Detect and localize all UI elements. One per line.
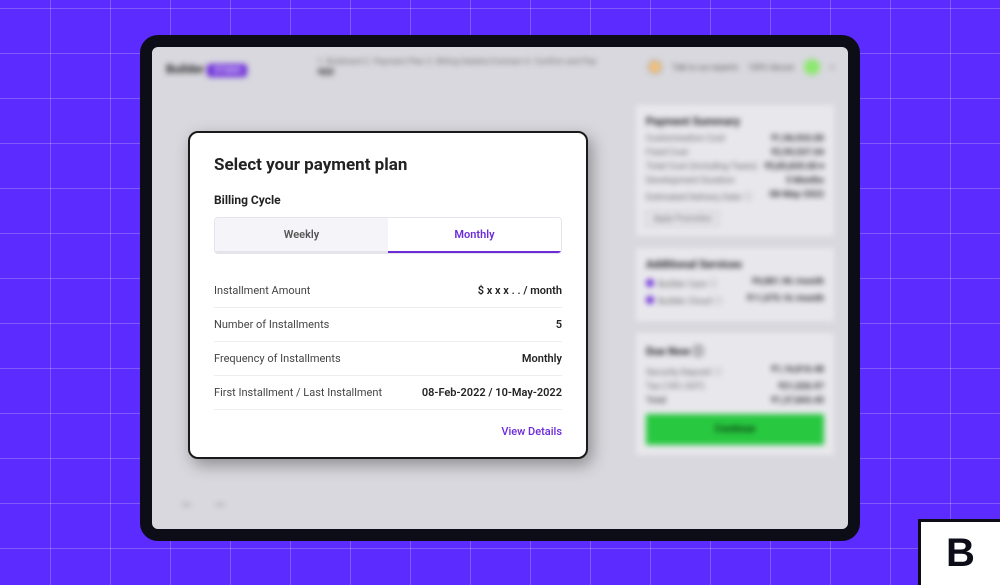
installment-amount-label: Installment Amount [214, 284, 310, 297]
talk-to-experts-link[interactable]: Talk to our experts [672, 63, 738, 72]
corner-logo-letter: B [946, 531, 975, 576]
num-installments-label: Number of Installments [214, 318, 329, 331]
summary-card: Payment Summary Customisation Cost ₹1,96,… [636, 105, 834, 236]
care-value: ₹4,881.96 /month [752, 277, 824, 290]
duration-label: Development Duration [646, 176, 735, 186]
breadcrumb-steps: 1. Buildcard 2. Payment Plan 3. Billing … [317, 57, 596, 66]
frequency-value: Monthly [522, 352, 562, 365]
totalcost-label: Total Cost (Including Taxes) [646, 162, 758, 172]
installment-amount-value: $ x x x . . / month [478, 284, 562, 297]
view-details-link[interactable]: View Details [501, 425, 562, 438]
user-avatar-icon[interactable] [804, 59, 820, 75]
corner-logo: B [918, 519, 1000, 585]
num-installments-value: 5 [556, 318, 562, 331]
row-num-installments: Number of Installments 5 [214, 308, 562, 342]
app-window: BuilderSTUDIO 1. Buildcard 2. Payment Pl… [140, 35, 860, 541]
deposit-value: ₹1,16,816.48 [771, 365, 824, 378]
expert-avatar-icon [648, 60, 662, 74]
row-first-last: First Installment / Last Installment 08-… [214, 376, 562, 410]
header-right: Talk to our experts 100% Secure ▾ [648, 59, 834, 75]
customisation-value: ₹1,96,933.00 [771, 134, 824, 144]
delivery-value: 08-May-2022 [769, 190, 824, 203]
fixed-value: ₹2,99,537.04 [771, 148, 824, 158]
brand-name: Builder [166, 62, 204, 76]
check-icon [646, 279, 654, 287]
row-frequency: Frequency of Installments Monthly [214, 342, 562, 376]
payment-summary-panel: Payment Summary Customisation Cost ₹1,96,… [636, 105, 834, 467]
totalcost-value[interactable]: ₹5,85,835.00 ▾ [765, 162, 824, 172]
arrow-right-icon[interactable]: → [212, 494, 226, 511]
arrow-left-icon[interactable]: ← [180, 494, 194, 511]
first-last-label: First Installment / Last Installment [214, 386, 382, 399]
cloud-label: Builder Cloud ⓘ [658, 297, 723, 307]
brand-badge: STUDIO [207, 64, 247, 77]
customisation-label: Customisation Cost [646, 134, 725, 144]
cloud-value: ₹11,075.16 /month [747, 294, 824, 307]
first-last-value: 08-Feb-2022 / 10-May-2022 [422, 386, 562, 399]
continue-button[interactable]: Continue [646, 414, 824, 445]
care-label: Builder Care ⓘ [658, 280, 718, 290]
row-installment-amount: Installment Amount $ x x x . . / month [214, 274, 562, 308]
duration-value: 5 Months [786, 176, 824, 186]
tax-value: ₹21,026.97 [779, 382, 824, 392]
due-total-value: ₹1,37,843.45 [771, 396, 824, 406]
billing-cycle-tabs: Weekly Monthly [214, 217, 562, 254]
breadcrumb: 1. Buildcard 2. Payment Plan 3. Billing … [317, 57, 596, 77]
frequency-label: Frequency of Installments [214, 352, 341, 365]
tab-weekly[interactable]: Weekly [215, 218, 388, 253]
due-title: Due Now ⓘ [646, 343, 824, 359]
deposit-label: Security Deposit ⓘ [646, 365, 722, 378]
tab-monthly[interactable]: Monthly [388, 218, 561, 253]
due-now-card: Due Now ⓘ Security Deposit ⓘ ₹1,16,816.48… [636, 333, 834, 455]
app-header: BuilderSTUDIO 1. Buildcard 2. Payment Pl… [152, 47, 848, 81]
check-icon [646, 296, 654, 304]
billing-cycle-heading: Billing Cycle [214, 193, 562, 207]
additional-title: Additional Services [646, 258, 824, 271]
secure-badge: 100% Secure [748, 63, 794, 72]
additional-services-card: Additional Services Builder Care ⓘ ₹4,881… [636, 248, 834, 321]
nav-arrows: ← → [180, 494, 226, 511]
payment-plan-modal: Select your payment plan Billing Cycle W… [188, 131, 588, 459]
tax-label: Tax (18% GST) [646, 382, 704, 392]
fixed-label: Fixed Cost [646, 148, 688, 158]
summary-title: Payment Summary [646, 115, 824, 128]
chevron-down-icon[interactable]: ▾ [830, 63, 834, 72]
brand-logo: BuilderSTUDIO [166, 58, 247, 77]
delivery-label: Estimated Delivery Date ⓘ [646, 190, 752, 203]
breadcrumb-appname: app [317, 66, 596, 77]
due-total-label: Total [646, 396, 666, 406]
apply-promotion-button[interactable]: Apply Promotion [646, 211, 719, 226]
modal-title: Select your payment plan [214, 155, 562, 175]
